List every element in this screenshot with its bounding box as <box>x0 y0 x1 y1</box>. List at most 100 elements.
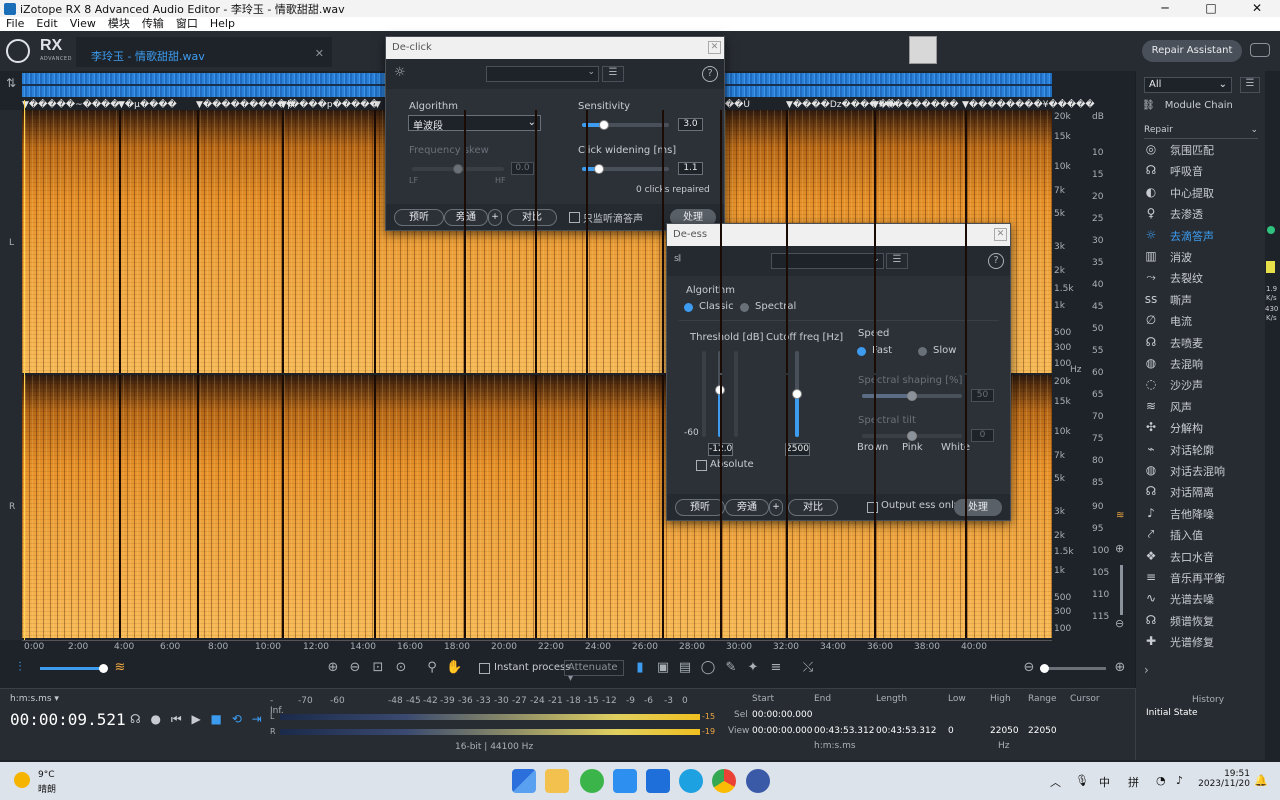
zoom-selection-icon[interactable]: ⊡ <box>370 660 386 676</box>
module-item[interactable]: ∅ 电流 <box>1142 311 1192 331</box>
absolute-checkbox[interactable] <box>696 460 707 471</box>
module-item[interactable]: ☊ 对话隔离 <box>1142 482 1214 502</box>
zoom-in-horizontal-icon[interactable]: ⊕ <box>1112 660 1128 676</box>
view-low-field[interactable]: 0 <box>948 726 954 736</box>
spectral-shaping-knob[interactable] <box>907 391 917 401</box>
menu-file[interactable]: File <box>0 17 30 31</box>
spectro-blend-knob[interactable] <box>99 664 108 673</box>
wifi-icon[interactable]: ◔ <box>1156 774 1166 787</box>
declick-preview-button[interactable]: 预听 <box>394 209 444 226</box>
izotope-rx-taskbar-icon[interactable] <box>746 769 770 793</box>
notification-bell-icon[interactable]: 🔔 <box>1254 774 1268 787</box>
view-high-field[interactable]: 22050 <box>990 726 1019 736</box>
click-widening-knob[interactable] <box>594 164 605 174</box>
menu-window[interactable]: 窗口 <box>170 17 204 31</box>
module-item[interactable]: ☊ 呼吸音 <box>1142 161 1203 181</box>
module-item[interactable]: ∿ 光谱去噪 <box>1142 589 1214 609</box>
spectro-settings-icon[interactable]: ≋ <box>1116 510 1124 521</box>
module-item[interactable]: ⤳ 去裂纹 <box>1142 268 1203 288</box>
module-item[interactable]: ◍ 对话去混响 <box>1142 461 1225 481</box>
start-menu-icon[interactable] <box>512 769 536 793</box>
click-widening-value[interactable]: 1.1 <box>678 162 703 175</box>
maximize-button[interactable]: □ <box>1188 0 1234 17</box>
menu-view[interactable]: View <box>64 17 102 31</box>
view-range-field[interactable]: 22050 <box>1028 726 1057 736</box>
play-icon[interactable]: ▶ <box>191 712 200 726</box>
freq-skew-knob[interactable] <box>453 164 463 174</box>
module-item[interactable]: ❖ 去口水音 <box>1142 547 1214 567</box>
marker[interactable]: ▼h�������� <box>872 100 958 110</box>
module-item[interactable]: ☼ 去滴答声 <box>1142 226 1214 246</box>
marker[interactable]: ▼�����~���� <box>22 100 120 110</box>
module-item[interactable]: ♀ 去渗透 <box>1142 204 1203 224</box>
freq-skew-value[interactable]: 0.0 <box>511 162 534 175</box>
horizontal-zoom-slider[interactable] <box>1040 667 1106 670</box>
marker[interactable]: ▼��������¥����� <box>962 100 1095 110</box>
time-format-dropdown[interactable]: h:m:s.ms ▾ <box>10 694 59 704</box>
deess-title-bar[interactable]: De-ess ✕ <box>667 224 1010 246</box>
spectral-shaping-value[interactable]: 50 <box>971 389 994 402</box>
marker[interactable]: ▼ <box>374 100 381 110</box>
zoom-out-horizontal-icon[interactable]: ⊖ <box>1021 660 1037 676</box>
deess-preview-button[interactable]: 预听 <box>675 499 725 516</box>
module-item[interactable]: ▥ 消波 <box>1142 247 1192 267</box>
declick-bypass-button[interactable]: 旁通 <box>444 209 488 226</box>
freq-skew-slider[interactable] <box>412 164 504 174</box>
edge-browser-icon[interactable] <box>679 769 703 793</box>
zoom-fit-icon[interactable]: ⊙ <box>393 660 409 676</box>
volume-icon[interactable]: ♪ <box>1176 774 1183 787</box>
module-item[interactable]: ◍ 去混响 <box>1142 354 1203 374</box>
view-start-field[interactable]: 00:00:00.000 <box>752 726 812 736</box>
history-item[interactable]: Initial State <box>1146 708 1198 718</box>
lasso-icon[interactable]: ◯ <box>700 660 716 676</box>
module-item[interactable]: ☊ 去喷麦 <box>1142 333 1203 353</box>
view-length-field[interactable]: 00:43:53.312 <box>876 726 936 736</box>
tray-overflow-icon[interactable]: ︿ <box>1050 774 1061 790</box>
spectral-tilt-value[interactable]: 0 <box>971 429 994 442</box>
sensitivity-value[interactable]: 3.0 <box>678 118 703 131</box>
menu-edit[interactable]: Edit <box>30 17 63 31</box>
click-widening-slider[interactable] <box>582 164 669 174</box>
menu-modules[interactable]: 模块 <box>102 17 136 31</box>
time-freq-selection-icon[interactable]: ▣ <box>655 660 671 676</box>
declick-add-compare-button[interactable]: + <box>488 209 502 226</box>
stop-icon[interactable]: ■ <box>211 712 222 726</box>
module-item[interactable]: ♪ 吉他降噪 <box>1142 504 1214 524</box>
sensitivity-knob[interactable] <box>598 120 609 130</box>
cutoff-slider[interactable] <box>792 351 802 437</box>
vertical-zoom-slider[interactable] <box>1120 565 1123 615</box>
system-clock[interactable]: 19:51 2023/11/20 <box>1198 769 1250 789</box>
declick-preset-dropdown[interactable]: ⌄ <box>486 66 599 82</box>
monitor-icon[interactable]: ☊ <box>130 712 141 726</box>
deess-add-compare-button[interactable]: + <box>769 499 783 516</box>
module-item[interactable]: ≋ 风声 <box>1142 397 1192 417</box>
module-item[interactable]: ◐ 中心提取 <box>1142 183 1214 203</box>
find-similar-icon[interactable]: ⤯ <box>800 660 816 676</box>
spectral-tilt-slider[interactable] <box>862 431 962 441</box>
play-selection-icon[interactable]: ⇥ <box>252 712 262 726</box>
declick-preset-menu-icon[interactable]: ☰ <box>602 66 624 82</box>
chrome-browser-icon[interactable] <box>712 769 736 793</box>
fast-radio[interactable] <box>857 347 866 356</box>
spectral-shaping-slider[interactable] <box>862 391 962 401</box>
zoom-out-icon[interactable]: ⊖ <box>347 660 363 676</box>
store-app-icon[interactable] <box>646 769 670 793</box>
ime-language[interactable]: 中 <box>1099 774 1110 790</box>
marker[interactable]: ▼|����p����� <box>280 100 379 110</box>
zoom-tool-icon[interactable]: ⚲ <box>424 660 440 676</box>
module-item[interactable]: ⤤ 插入值 <box>1142 525 1203 545</box>
declick-compare-button[interactable]: 对比 <box>507 209 557 226</box>
declick-title-bar[interactable]: De-click ✕ <box>386 37 724 59</box>
deess-bypass-button[interactable]: 旁通 <box>725 499 769 516</box>
cutoff-knob[interactable] <box>792 389 802 399</box>
module-item[interactable]: ☊ 频谱恢复 <box>1142 611 1214 631</box>
module-item[interactable]: ✣ 分解构 <box>1142 418 1203 438</box>
close-window-button[interactable]: ✕ <box>1234 0 1280 17</box>
freq-selection-icon[interactable]: ▤ <box>677 660 693 676</box>
module-item[interactable]: ◎ 氛围匹配 <box>1142 140 1214 160</box>
record-icon[interactable]: ● <box>151 712 161 726</box>
file-tab[interactable]: 李玲玉 - 情歌甜甜.wav ✕ <box>76 37 332 67</box>
deess-process-button[interactable]: 处理 <box>954 499 1002 516</box>
expand-panel-icon[interactable]: › <box>1144 663 1149 677</box>
instant-process-checkbox[interactable] <box>479 663 490 674</box>
